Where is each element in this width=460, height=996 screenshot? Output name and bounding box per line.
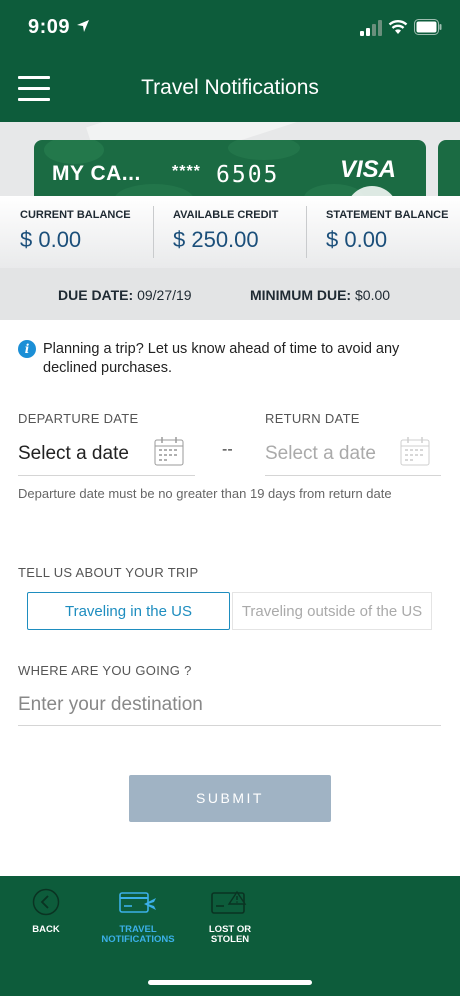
statement-balance-label: STATEMENT BALANCE <box>326 209 449 221</box>
next-card-peek[interactable] <box>438 140 460 196</box>
current-balance-value: $ 0.00 <box>20 227 82 252</box>
return-date-value: Select a date <box>265 443 376 464</box>
bottom-nav: BACK TRAVEL NOTIFICATIONS LOST OR STOLEN <box>0 876 460 996</box>
card-plane-icon <box>119 892 156 913</box>
card-carousel[interactable]: MY CA... **** 6505 VISA <box>0 122 460 196</box>
minimum-due: MINIMUM DUE: $0.00 <box>250 287 390 303</box>
departure-date-label: DEPARTURE DATE <box>18 411 139 426</box>
due-date: DUE DATE: 09/27/19 <box>58 287 192 303</box>
back-button[interactable]: BACK <box>16 888 76 935</box>
submit-button[interactable]: SUBMIT <box>129 775 331 822</box>
trip-type-label: TELL US ABOUT YOUR TRIP <box>18 565 199 580</box>
travel-notifications-tab[interactable]: TRAVEL NOTIFICATIONS <box>98 888 178 945</box>
credit-card[interactable]: MY CA... **** 6505 VISA <box>34 140 426 196</box>
destination-input[interactable] <box>18 684 441 726</box>
available-credit-value: $ 250.00 <box>173 227 259 252</box>
trip-option-international[interactable]: Traveling outside of the US <box>232 592 432 630</box>
available-credit-label: AVAILABLE CREDIT <box>173 209 279 221</box>
return-date-field[interactable]: Select a date <box>265 436 441 476</box>
departure-date-value: Select a date <box>18 443 129 464</box>
card-alert-icon <box>211 890 247 914</box>
current-balance-label: CURRENT BALANCE <box>20 209 131 221</box>
status-bar: 9:09 <box>0 0 460 56</box>
cellular-signal-icon <box>360 20 382 36</box>
battery-icon <box>414 19 442 35</box>
divider <box>306 206 307 258</box>
info-message: Planning a trip? Let us know ahead of ti… <box>43 341 400 376</box>
statement-balance-value: $ 0.00 <box>326 227 388 252</box>
back-circle-icon <box>32 888 60 916</box>
due-date-value: 09/27/19 <box>137 287 192 303</box>
balance-summary: CURRENT BALANCE $ 0.00 AVAILABLE CREDIT … <box>0 196 460 268</box>
return-date-label: RETURN DATE <box>265 411 360 426</box>
status-time: 9:09 <box>28 16 71 38</box>
calendar-icon[interactable] <box>400 436 430 466</box>
nav-bar: Travel Notifications <box>0 56 460 122</box>
location-arrow-icon <box>77 20 89 32</box>
minimum-due-label: MINIMUM DUE: <box>250 287 352 303</box>
wifi-icon <box>388 20 408 34</box>
due-date-label: DUE DATE: <box>58 287 134 303</box>
trip-option-us[interactable]: Traveling in the US <box>27 592 230 630</box>
date-range-separator: -- <box>222 441 233 458</box>
lost-or-stolen-tab[interactable]: LOST OR STOLEN <box>200 888 260 945</box>
date-hint: Departure date must be no greater than 1… <box>18 486 392 501</box>
visa-logo: VISA <box>340 156 397 183</box>
travel-notifications-label: TRAVEL NOTIFICATIONS <box>101 924 175 945</box>
page-title: Travel Notifications <box>141 76 319 99</box>
minimum-due-value: $0.00 <box>355 287 391 303</box>
back-label: BACK <box>32 924 60 935</box>
card-mask: **** <box>172 163 201 180</box>
card-name: MY CA... <box>52 162 141 185</box>
lost-or-stolen-label: LOST OR STOLEN <box>208 924 252 945</box>
destination-label: WHERE ARE YOU GOING ? <box>18 663 192 678</box>
calendar-icon[interactable] <box>154 436 184 466</box>
due-summary: DUE DATE: 09/27/19 MINIMUM DUE: $0.00 <box>0 268 460 320</box>
departure-date-field[interactable]: Select a date <box>18 436 195 476</box>
home-indicator[interactable] <box>148 980 312 985</box>
divider <box>153 206 154 258</box>
info-icon: i <box>18 340 36 358</box>
card-last-digits: 6505 <box>216 162 280 188</box>
